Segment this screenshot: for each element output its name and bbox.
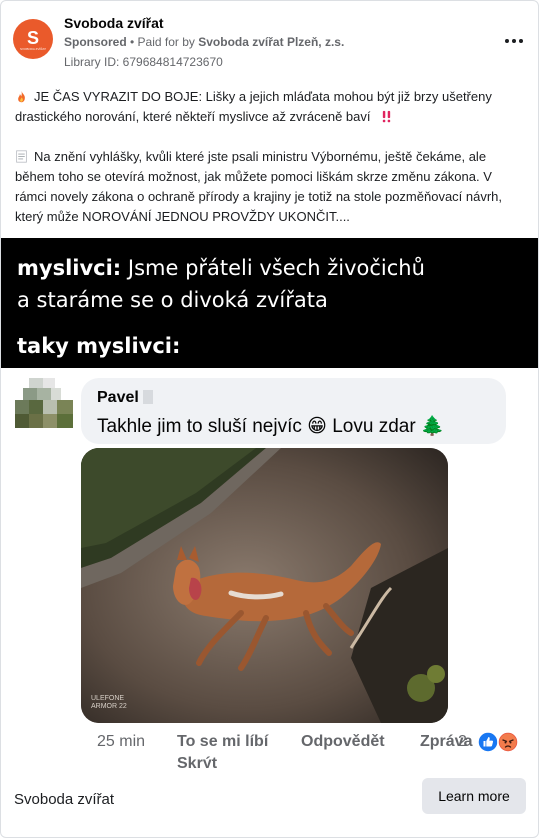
document-icon [16,150,27,163]
watermark-line-1: ULEFONE [91,695,125,702]
post-text: JE ČAS VYRAZIT DO BOJE: Lišky a jejich m… [15,87,527,247]
comment-hide-link: Skrýt [177,755,218,768]
post-paragraph-1: JE ČAS VYRAZIT DO BOJE: Lišky a jejich m… [15,87,527,127]
meme-caption: myslivci: Jsme přáteli všech živočichů a… [1,238,538,368]
library-id: Library ID: 679684814723670 [64,55,223,69]
paragraph-1-text: JE ČAS VYRAZIT DO BOJE: Lišky a jejich m… [15,89,492,124]
dead-fox-photo: ULEFONE ARMOR 22 [81,448,448,723]
page-avatar[interactable]: S SVOBODA ZVÍŘAT [13,19,53,59]
comment-text: Takhle jim to sluší nejvíc 😁 Lovu zdar 🌲 [97,416,445,437]
reaction-count: 2 [458,733,467,750]
sponsored-label: Sponsored [64,35,127,49]
post-header: S SVOBODA ZVÍŘAT Svoboda zvířat Sponsore… [13,13,526,73]
sponsored-line: Sponsored • Paid for by Svoboda zvířat P… [64,35,344,49]
meme-line-2: a staráme se o divoká zvířata [17,288,328,312]
page-name-link[interactable]: Svoboda zvířat [64,15,164,31]
sponsored-post: S SVOBODA ZVÍŘAT Svoboda zvířat Sponsore… [0,0,539,838]
post-paragraph-2: Na znění vyhlášky, kvůli které jste psal… [15,147,527,227]
avatar-letter: S [26,28,39,48]
paid-for-prefix: Paid for by [137,35,199,49]
angry-reaction-icon [497,731,519,753]
comment-timestamp: 25 min [97,733,146,750]
learn-more-button[interactable]: Learn more [422,778,526,814]
fox-photo-drawing [81,448,448,723]
watermark-line-2: ARMOR 22 [91,703,127,710]
paid-for-by-link[interactable]: Svoboda zvířat Plzeň, z.s. [198,35,344,49]
dot [519,39,523,43]
footer-page-name: Svoboda zvířat [14,791,115,808]
commenter-name[interactable]: Pavel [97,389,153,407]
name-blur [142,390,153,404]
meme-line-3: taky myslivci: [17,334,181,358]
comment-bubble: Pavel Takhle jim to sluší nejvíc 😁 Lovu … [81,378,506,444]
photo-watermark: ULEFONE ARMOR 22 [91,695,127,711]
comment-like-link: To se mi líbí [177,733,269,750]
paragraph-2-text: Na znění vyhlášky, kvůli které jste psal… [15,149,503,224]
more-options-icon[interactable] [502,33,526,49]
meme-line-1: myslivci: Jsme přáteli všech živočichů [17,256,425,280]
like-reaction-icon [477,731,499,753]
comment-actions: 25 min To se mi líbí Odpovědět Zpráva 2 [97,731,537,768]
post-image[interactable]: myslivci: Jsme přáteli všech živočichů a… [1,238,538,768]
separator-dot: • [126,35,138,49]
meme-line-1-rest: Jsme přáteli všech živočichů [121,256,425,280]
commenter-avatar [15,378,73,428]
dot [512,39,516,43]
reactions [477,731,519,753]
dot [505,39,509,43]
avatar-caption: SVOBODA ZVÍŘAT [20,47,46,51]
meme-line-1-bold: myslivci: [17,256,122,280]
comment-reply-link: Odpovědět [301,733,385,750]
fire-icon [18,90,25,103]
double-exclamation-icon [382,110,391,123]
commenter-name-text: Pavel [97,389,139,406]
